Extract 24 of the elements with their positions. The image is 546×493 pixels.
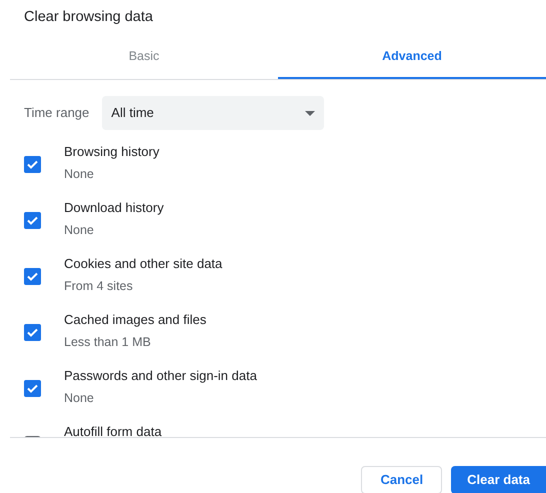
item-detail: None bbox=[64, 166, 95, 182]
time-range-label: Time range bbox=[24, 104, 90, 122]
item-detail: None bbox=[64, 390, 95, 406]
dropdown-arrow-icon bbox=[305, 110, 316, 116]
checkbox[interactable] bbox=[24, 380, 41, 397]
checkbox[interactable] bbox=[24, 324, 41, 341]
cancel-button[interactable]: Cancel bbox=[361, 466, 442, 493]
item-title: Download history bbox=[64, 199, 164, 217]
item-title: Cached images and files bbox=[64, 311, 206, 329]
item-title: Browsing history bbox=[64, 143, 160, 161]
item-title: Passwords and other sign-in data bbox=[64, 367, 257, 385]
time-range-dropdown[interactable]: All time bbox=[102, 96, 324, 130]
item-detail: From 4 sites bbox=[64, 278, 134, 294]
item-detail: Less than 1 MB bbox=[64, 334, 152, 350]
checkbox[interactable] bbox=[24, 156, 41, 173]
checkbox[interactable] bbox=[24, 268, 41, 285]
clear-data-button[interactable]: Clear data bbox=[451, 466, 546, 493]
tab[interactable]: Basic bbox=[10, 36, 278, 79]
item-title: Cookies and other site data bbox=[64, 255, 222, 273]
tab[interactable]: Advanced bbox=[278, 36, 546, 79]
item-title: Autofill form data bbox=[64, 423, 162, 437]
item-detail: None bbox=[64, 222, 95, 238]
checkbox[interactable] bbox=[24, 212, 41, 229]
dialog-title: Clear browsing data bbox=[23, 8, 154, 27]
